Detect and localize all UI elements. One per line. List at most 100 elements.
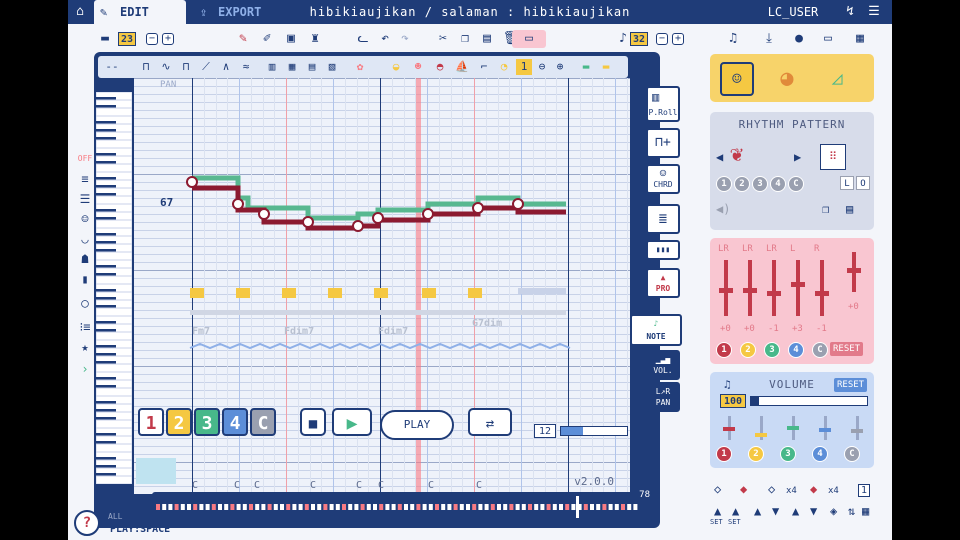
- track-c-button[interactable]: C: [250, 408, 276, 436]
- piano-white-key[interactable]: [96, 387, 132, 397]
- sequence-bar-cell[interactable]: [373, 504, 377, 510]
- gun-tone-icon[interactable]: ⌐: [476, 59, 492, 75]
- saw-wave-icon[interactable]: ⟋: [198, 59, 214, 75]
- rhythm-copy-icon[interactable]: ❐: [822, 202, 829, 216]
- sequence-bar-cell[interactable]: [224, 504, 229, 510]
- pencil-icon[interactable]: ✎: [234, 30, 252, 48]
- track-4-button[interactable]: 4: [222, 408, 248, 436]
- sequence-bar-cell[interactable]: [559, 504, 563, 510]
- sequence-bar-cell[interactable]: [335, 504, 340, 510]
- piano-white-key[interactable]: [96, 251, 132, 261]
- beats-plus-button[interactable]: +: [672, 33, 684, 45]
- download-icon[interactable]: ⤓: [760, 30, 778, 48]
- piano-tone-icon[interactable]: ▥: [264, 59, 280, 75]
- sequence-bar-cell[interactable]: [596, 504, 601, 510]
- stamp-icon[interactable]: ♜: [306, 30, 324, 48]
- pro-tool-button[interactable]: ▲ PRO: [646, 268, 680, 298]
- paint-tool-button[interactable]: ◕: [770, 62, 804, 96]
- sequence-bar-cell[interactable]: [174, 504, 179, 510]
- sequence-bar-cell[interactable]: [546, 504, 551, 510]
- beats-minus-button[interactable]: −: [656, 33, 668, 45]
- piano-white-key[interactable]: [96, 107, 132, 117]
- sequence-bar-cell[interactable]: [329, 504, 334, 510]
- sequence-bar-cell[interactable]: [323, 504, 328, 510]
- piano-white-key[interactable]: [96, 363, 132, 373]
- triangle-wave-icon[interactable]: ∧: [218, 59, 234, 75]
- music-file-icon[interactable]: ♫: [724, 30, 742, 48]
- red-eraser-icon[interactable]: ◆: [740, 482, 747, 496]
- sequence-bar-cell[interactable]: [484, 504, 489, 510]
- sequence-bar-cell[interactable]: [552, 504, 557, 510]
- sequence-bar-cell[interactable]: [614, 504, 619, 510]
- rhythm-pattern-icon[interactable]: ⠿: [820, 144, 846, 170]
- sequence-bar-cell[interactable]: [602, 504, 607, 510]
- arrow-up-icon[interactable]: ▲: [754, 504, 761, 518]
- sequence-bar-cell[interactable]: [348, 504, 353, 510]
- sequence-bar-cell[interactable]: [242, 504, 247, 510]
- chord-tool-button[interactable]: ☺ CHRD: [646, 164, 680, 194]
- multiply-eraser-icon[interactable]: ◇: [768, 482, 775, 496]
- numbered-list-icon[interactable]: ⁝≡: [76, 320, 94, 334]
- sequence-bar-cell[interactable]: [267, 504, 272, 510]
- volume-slider-knob[interactable]: [751, 397, 759, 405]
- sequence-bar-cell[interactable]: [379, 504, 384, 510]
- track-1-button[interactable]: 1: [138, 408, 164, 436]
- redo-icon[interactable]: ↷: [396, 30, 414, 48]
- grid-icon[interactable]: ▦: [862, 504, 869, 518]
- mix-slot-C[interactable]: C: [812, 342, 828, 358]
- volume-slot-4[interactable]: 4: [812, 446, 828, 462]
- sequence-bar-cell[interactable]: [292, 504, 297, 510]
- note-marker[interactable]: [232, 198, 244, 210]
- bass-note[interactable]: [518, 288, 566, 294]
- bars-icon[interactable]: ☰: [76, 192, 94, 206]
- sequence-bar-cell[interactable]: [627, 504, 632, 510]
- volume-tool-button[interactable]: ▁▃▅ VOL.: [646, 350, 680, 380]
- sequence-bar-cell[interactable]: [311, 504, 315, 510]
- song-sequence-bar[interactable]: 78: [152, 490, 652, 522]
- mix-slot-4[interactable]: 4: [788, 342, 804, 358]
- sequence-bar-cell[interactable]: [385, 504, 390, 510]
- mix-fader-knob[interactable]: [719, 288, 733, 293]
- mask-tone-icon[interactable]: ◓: [432, 59, 448, 75]
- sequence-bar-cell[interactable]: [441, 504, 446, 510]
- minus-box-icon[interactable]: ⊖: [534, 59, 550, 75]
- paste-icon[interactable]: ▤: [478, 30, 496, 48]
- sticker-tool-button[interactable]: ☺: [720, 62, 754, 96]
- note-marker[interactable]: [258, 208, 270, 220]
- rhythm-slot-4[interactable]: 4: [770, 176, 786, 192]
- piano-white-key[interactable]: [96, 195, 132, 205]
- phone-icon[interactable]: ▮: [76, 272, 94, 286]
- pulse-tool-button[interactable]: ⊓+: [646, 128, 680, 158]
- mix-fader-track[interactable]: [772, 260, 776, 316]
- note-marker[interactable]: [352, 220, 364, 232]
- volume-fader-knob[interactable]: [787, 425, 799, 430]
- folder-icon[interactable]: ▬: [96, 30, 114, 48]
- sequence-bar-cell[interactable]: [453, 504, 458, 510]
- sequence-bar-cell[interactable]: [180, 504, 185, 510]
- sequence-bar-cell[interactable]: [211, 504, 216, 510]
- piano-white-key[interactable]: [96, 275, 132, 285]
- diamond-icon[interactable]: ◈: [830, 504, 837, 518]
- rhythm-sound-icon[interactable]: ◀): [716, 202, 730, 216]
- noise-wave-icon[interactable]: ≈: [238, 59, 254, 75]
- palette-tool-button[interactable]: ▮▮▮: [646, 240, 680, 260]
- sequence-bar-cell[interactable]: [304, 504, 309, 510]
- sequence-bar-cell[interactable]: [261, 504, 266, 510]
- rhythm-next-icon[interactable]: ▶: [794, 150, 801, 164]
- undo-icon[interactable]: ↶: [376, 30, 394, 48]
- sequence-bar-cell[interactable]: [218, 504, 222, 510]
- sequence-bar-cell[interactable]: [249, 504, 253, 510]
- mix-fader-knob[interactable]: [743, 288, 757, 293]
- sequence-bar-cell[interactable]: [366, 504, 371, 510]
- note-marker[interactable]: [512, 198, 524, 210]
- mix-fader-knob[interactable]: [791, 282, 805, 288]
- copy-icon[interactable]: ❐: [456, 30, 474, 48]
- sequence-bar-cell[interactable]: [162, 504, 167, 510]
- sequence-bar-cell[interactable]: [286, 504, 291, 510]
- play-button[interactable]: ▶: [332, 408, 372, 436]
- note-marker[interactable]: [422, 208, 434, 220]
- girl-tone-icon[interactable]: ☻: [410, 59, 426, 75]
- arrow-down-small-icon[interactable]: ▼: [810, 504, 817, 518]
- song-next-button[interactable]: +: [162, 33, 174, 45]
- help-button[interactable]: ?: [74, 510, 100, 536]
